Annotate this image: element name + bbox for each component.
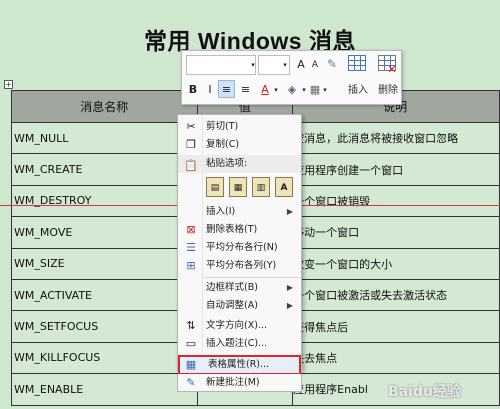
- menu-item-label: 文字方向(X)...: [206, 320, 267, 331]
- menu-item-insert[interactable]: 插入(I) ▶: [178, 203, 301, 221]
- menu-item-label: 表格属性(R)...: [208, 359, 270, 370]
- align-center-button[interactable]: ≡: [218, 80, 235, 98]
- insert-caption-icon: ▭: [185, 337, 197, 350]
- menu-item-label: 平均分布各列(Y): [206, 260, 277, 271]
- message-name-cell[interactable]: WM_DESTROY: [11, 184, 198, 218]
- message-name-cell[interactable]: WM_SIZE: [11, 247, 198, 280]
- shading-icon[interactable]: ◈: [285, 81, 299, 99]
- paste-nested-table-icon[interactable]: ▦: [229, 177, 247, 197]
- menu-item-distribute-rows[interactable]: ☰ 平均分布各行(N): [178, 239, 301, 257]
- menu-item-label: 剪切(T): [206, 121, 239, 132]
- new-comment-icon: ✎: [186, 376, 196, 389]
- message-name-cell[interactable]: WM_ACTIVATE: [11, 278, 198, 312]
- paste-options-label: 粘贴选项:: [206, 158, 248, 169]
- baidu-watermark: Baidu经验: [388, 384, 461, 400]
- message-name-cell[interactable]: WM_MOVE: [11, 216, 198, 249]
- menu-item-insert-caption[interactable]: ▭ 插入题注(C)...: [178, 335, 301, 353]
- insert-label[interactable]: 插入: [348, 81, 368, 96]
- paste-options-header: 📋 粘贴选项:: [178, 155, 301, 173]
- align-justify-button[interactable]: ≡: [237, 81, 254, 99]
- bold-button[interactable]: B: [186, 81, 200, 99]
- paste-merge-table-icon[interactable]: ▥: [252, 177, 270, 197]
- font-color-dropdown-icon[interactable]: ▾: [272, 81, 280, 99]
- submenu-arrow-icon: ▶: [286, 283, 293, 292]
- description-cell[interactable]: 改变一个窗口的大小: [292, 247, 500, 280]
- text-direction-icon: ⇅: [186, 319, 196, 332]
- delete-table-icon: ⊠: [186, 223, 196, 236]
- copy-icon: ❐: [186, 138, 196, 151]
- scissors-icon: ✂: [186, 120, 196, 133]
- description-cell[interactable]: 一个窗口被销毁: [292, 184, 500, 218]
- menu-item-label: 新建批注(M): [206, 377, 260, 388]
- menu-item-new-comment[interactable]: ✎ 新建批注(M): [177, 374, 302, 392]
- menu-item-label: 平均分布各行(N): [206, 242, 278, 253]
- description-cell[interactable]: 失去焦点: [292, 341, 500, 375]
- menu-item-border-styles[interactable]: 边框样式(B) ▶: [178, 279, 301, 297]
- mini-toolbar: ▾ ▾ A A ✎ ✕ B I ≡ ≡ A ▾ ◈ ▾ ▦ ▾ 插入 删除: [181, 50, 402, 105]
- borders-icon[interactable]: ▦: [308, 81, 322, 99]
- clipboard-icon: 📋: [184, 159, 198, 172]
- header-message-name: 消息名称: [11, 90, 198, 123]
- delete-x-icon: ✕: [387, 63, 397, 76]
- submenu-arrow-icon: ▶: [286, 301, 293, 310]
- description-cell[interactable]: 空消息，此消息将被接收窗口忽略: [292, 121, 500, 155]
- grow-font-button[interactable]: A: [294, 56, 308, 74]
- font-name-field[interactable]: [186, 55, 256, 75]
- menu-item-cut[interactable]: ✂ 剪切(T): [178, 118, 301, 136]
- menu-item-delete-table[interactable]: ⊠ 删除表格(T): [178, 221, 301, 239]
- font-size-dropdown-icon[interactable]: ▾: [280, 56, 290, 74]
- distribute-rows-icon: ☰: [186, 241, 196, 254]
- menu-item-text-direction[interactable]: ⇅ 文字方向(X)...: [178, 317, 301, 335]
- menu-separator: [204, 277, 300, 278]
- submenu-arrow-icon: ▶: [286, 207, 293, 216]
- description-cell[interactable]: 应用程序创建一个窗口: [292, 153, 500, 186]
- description-cell[interactable]: 获得焦点后: [292, 310, 500, 343]
- menu-item-label: 插入题注(C)...: [206, 338, 268, 349]
- message-name-cell[interactable]: WM_SETFOCUS: [11, 310, 198, 343]
- message-name-cell[interactable]: WM_ENABLE: [11, 373, 198, 406]
- italic-align-icon[interactable]: I: [202, 81, 218, 99]
- menu-item-autofit[interactable]: 自动调整(A) ▶: [178, 297, 301, 315]
- message-name-cell[interactable]: WM_KILLFOCUS: [11, 341, 198, 375]
- font-color-button[interactable]: A: [258, 81, 272, 99]
- borders-dropdown-icon[interactable]: ▾: [321, 81, 329, 99]
- insert-table-grid-icon[interactable]: [348, 55, 366, 71]
- description-cell[interactable]: 移动一个窗口: [292, 216, 500, 249]
- table-properties-icon: ▦: [185, 358, 197, 371]
- menu-item-label: 插入(I): [206, 206, 236, 217]
- description-cell[interactable]: 一个窗口被激活或失去激活状态: [292, 278, 500, 312]
- message-name-cell[interactable]: WM_CREATE: [11, 153, 198, 186]
- menu-item-distribute-columns[interactable]: ⊞ 平均分布各列(Y): [178, 257, 301, 275]
- paste-keep-format-icon[interactable]: ▤: [206, 177, 224, 197]
- paste-text-only-icon[interactable]: A: [275, 177, 293, 197]
- menu-item-label: 删除表格(T): [206, 224, 258, 235]
- menu-item-copy[interactable]: ❐ 复制(C): [178, 136, 301, 154]
- table-move-handle[interactable]: +: [4, 80, 13, 89]
- distribute-columns-icon: ⊞: [186, 259, 196, 272]
- font-name-dropdown-icon[interactable]: ▾: [248, 56, 258, 74]
- menu-item-label: 边框样式(B): [206, 282, 258, 293]
- message-name-cell[interactable]: WM_NULL: [11, 121, 198, 155]
- shrink-font-button[interactable]: A: [308, 56, 322, 74]
- format-painter-icon[interactable]: ✎: [323, 55, 341, 73]
- menu-item-label: 复制(C): [206, 139, 240, 150]
- shading-dropdown-icon[interactable]: ▾: [300, 81, 308, 99]
- delete-label[interactable]: 删除: [378, 81, 398, 96]
- menu-item-table-properties[interactable]: ▦ 表格属性(R)...: [178, 355, 301, 375]
- menu-item-label: 自动调整(A): [206, 300, 258, 311]
- context-menu: ✂ 剪切(T) ❐ 复制(C) 📋 粘贴选项: ▤ ▦ ▥ A 插入(I) ▶ …: [177, 114, 302, 375]
